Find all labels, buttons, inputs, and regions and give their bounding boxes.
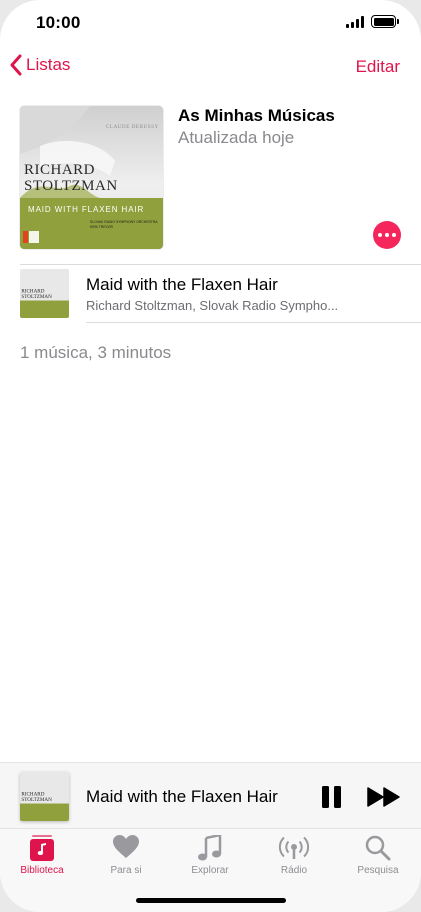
svg-text:RICHARD: RICHARD (24, 162, 95, 178)
edit-button[interactable]: Editar (356, 57, 400, 77)
now-playing-title[interactable]: Maid with the Flaxen Hair (86, 787, 278, 807)
notch (104, 0, 317, 30)
home-indicator[interactable] (136, 898, 286, 903)
playlist-title: As Minhas Músicas (178, 106, 335, 125)
tab-label: Explorar (191, 865, 229, 876)
music-note-icon (198, 835, 222, 861)
navigation-bar: Listas Editar (0, 50, 421, 86)
heart-icon (113, 835, 139, 858)
song-artist: Richard Stoltzman, Slovak Radio Sympho..… (86, 298, 339, 313)
back-label: Listas (26, 55, 71, 74)
pause-icon (322, 786, 329, 808)
svg-text:KIRK TREVOR: KIRK TREVOR (90, 225, 113, 229)
song-title: Maid with the Flaxen Hair (86, 275, 278, 294)
song-row[interactable]: RICHARD STOLTZMAN Maid with the Flaxen H… (0, 265, 421, 323)
fast-forward-button[interactable] (367, 787, 401, 807)
svg-text:STOLTZMAN: STOLTZMAN (21, 797, 52, 803)
song-artwork: RICHARD STOLTZMAN (20, 269, 69, 318)
search-icon (365, 835, 391, 861)
library-icon (30, 835, 54, 861)
tab-label: Rádio (280, 865, 308, 876)
svg-text:MAID WITH FLAXEN HAIR: MAID WITH FLAXEN HAIR (28, 205, 144, 214)
back-button[interactable]: Listas (10, 54, 70, 76)
album-cover-art: CLAUDE DEBUSSY RICHARD STOLTZMAN MAID WI… (20, 106, 163, 249)
status-bar: 10:00 (0, 0, 421, 44)
svg-text:STOLTZMAN: STOLTZMAN (21, 294, 52, 300)
battery-icon (371, 15, 399, 28)
tab-label: Pesquisa (357, 865, 399, 876)
playlist-artwork[interactable]: CLAUDE DEBUSSY RICHARD STOLTZMAN MAID WI… (20, 106, 163, 249)
tab-label: Biblioteca (20, 865, 64, 876)
chevron-left-icon (10, 54, 22, 76)
tab-biblioteca[interactable]: Biblioteca (0, 829, 84, 887)
playlist-summary: 1 música, 3 minutos (20, 343, 172, 362)
tab-label: Para si (110, 865, 142, 876)
playlist-updated: Atualizada hoje (178, 128, 295, 147)
status-time: 10:00 (36, 13, 81, 32)
phone-screen: 10:00 Listas Editar CLAUDE DEBUSSY RICHA… (0, 0, 421, 912)
tab-explorar[interactable]: Explorar (168, 829, 252, 887)
tab-radio[interactable]: Rádio (252, 829, 336, 887)
divider (86, 322, 421, 323)
svg-text:CLAUDE DEBUSSY: CLAUDE DEBUSSY (106, 125, 159, 130)
svg-text:RICHARD: RICHARD (21, 288, 44, 294)
more-options-button[interactable] (373, 221, 401, 249)
svg-text:RICHARD: RICHARD (21, 791, 44, 797)
radio-icon (278, 836, 310, 859)
pause-button[interactable] (322, 786, 342, 808)
now-playing-artwork[interactable]: RICHARD STOLTZMAN (20, 772, 69, 821)
tab-pesquisa[interactable]: Pesquisa (336, 829, 420, 887)
svg-text:SLOVAK RADIO SYMPHONY ORCHESTR: SLOVAK RADIO SYMPHONY ORCHESTRA (90, 220, 158, 224)
tab-para-si[interactable]: Para si (84, 829, 168, 887)
signal-icon (346, 16, 364, 28)
mini-player[interactable]: RICHARD STOLTZMAN Maid with the Flaxen H… (0, 762, 421, 828)
svg-text:STOLTZMAN: STOLTZMAN (24, 178, 118, 194)
